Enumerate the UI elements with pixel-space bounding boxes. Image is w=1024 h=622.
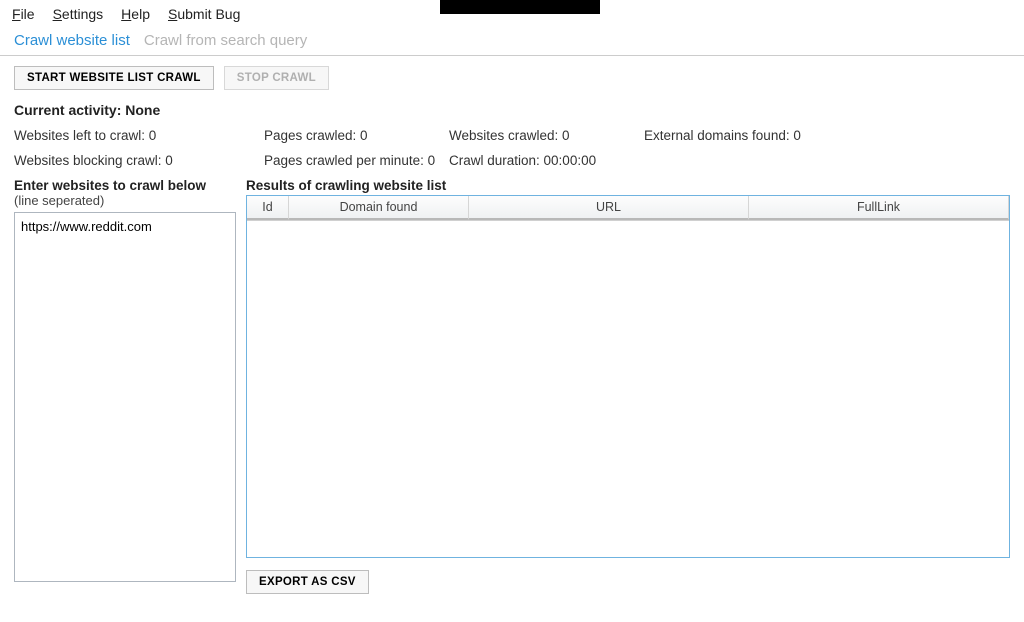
current-activity: Current activity: None <box>0 98 1024 124</box>
col-header-url[interactable]: URL <box>469 196 749 220</box>
stop-crawl-button: STOP CRAWL <box>224 66 329 90</box>
enter-websites-heading: Enter websites to crawl below <box>14 178 236 193</box>
menu-file[interactable]: File <box>12 6 35 22</box>
col-header-fulllink[interactable]: FullLink <box>749 196 1009 220</box>
stat-websites-crawled: Websites crawled: 0 <box>449 128 644 143</box>
menu-settings[interactable]: Settings <box>53 6 104 22</box>
action-buttons: START WEBSITE LIST CRAWL STOP CRAWL <box>0 56 1024 98</box>
stat-websites-left: Websites left to crawl: 0 <box>14 128 264 143</box>
stat-pages-crawled: Pages crawled: 0 <box>264 128 449 143</box>
export-row: EXPORT AS CSV <box>246 558 1010 594</box>
right-column: Results of crawling website list Id Doma… <box>246 176 1010 594</box>
col-header-domain[interactable]: Domain found <box>289 196 469 220</box>
tab-crawl-search[interactable]: Crawl from search query <box>144 32 307 49</box>
export-csv-button[interactable]: EXPORT AS CSV <box>246 570 369 594</box>
stat-websites-blocking: Websites blocking crawl: 0 <box>14 153 264 168</box>
enter-websites-subheading: (line seperated) <box>14 193 236 208</box>
menu-help-rest: elp <box>131 6 150 22</box>
stat-pages-per-minute: Pages crawled per minute: 0 <box>264 153 449 168</box>
title-bar-fragment <box>440 0 600 14</box>
main-content: Enter websites to crawl below (line sepe… <box>0 176 1024 594</box>
menu-submit-bug-rest: ubmit Bug <box>177 6 240 22</box>
stat-empty <box>644 153 904 168</box>
col-header-id[interactable]: Id <box>247 196 289 220</box>
stat-crawl-duration: Crawl duration: 00:00:00 <box>449 153 644 168</box>
tab-bar: Crawl website list Crawl from search que… <box>0 26 1024 56</box>
activity-value: None <box>125 102 160 118</box>
menu-file-rest: ile <box>21 6 35 22</box>
stat-external-domains: External domains found: 0 <box>644 128 904 143</box>
tab-crawl-list[interactable]: Crawl website list <box>14 32 130 49</box>
left-column: Enter websites to crawl below (line sepe… <box>14 176 236 594</box>
websites-input[interactable] <box>14 212 236 582</box>
menu-settings-rest: ettings <box>62 6 103 22</box>
stats-grid: Websites left to crawl: 0 Pages crawled:… <box>0 124 1024 176</box>
results-grid-header: Id Domain found URL FullLink <box>247 196 1009 221</box>
activity-label: Current activity: <box>14 102 125 118</box>
results-heading: Results of crawling website list <box>246 178 1010 193</box>
results-grid[interactable]: Id Domain found URL FullLink <box>246 195 1010 558</box>
start-crawl-button[interactable]: START WEBSITE LIST CRAWL <box>14 66 214 90</box>
menu-help[interactable]: Help <box>121 6 150 22</box>
menu-submit-bug[interactable]: Submit Bug <box>168 6 240 22</box>
